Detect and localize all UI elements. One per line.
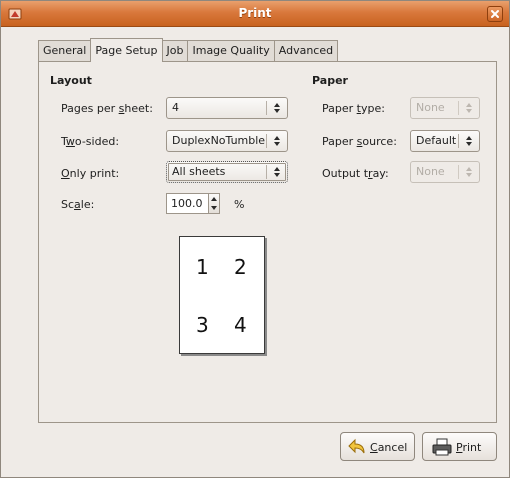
preview-page-number: 1 [196,255,209,279]
output-tray-label: Output tray: [322,167,389,180]
scale-spin-buttons[interactable] [208,193,220,214]
pages-per-sheet-label: Pages per sheet: [61,102,153,115]
output-tray-select[interactable]: None [410,161,480,183]
scale-value: 100.0 [171,197,203,210]
only-print-select[interactable]: All sheets [166,161,288,183]
only-print-value: All sheets [172,165,226,178]
scale-unit: % [234,198,245,211]
two-sided-label: Two-sided: [61,135,120,148]
output-tray-value: None [416,165,445,178]
updown-arrows-icon [466,167,472,177]
paper-source-value: Default [416,134,457,147]
updown-arrows-icon [274,167,280,177]
two-sided-select[interactable]: DuplexNoTumble [166,130,288,152]
page-setup-panel: Layout Pages per sheet: 4 Two-sided: Dup… [38,61,497,423]
updown-arrows-icon [274,103,280,113]
spin-arrows-icon [211,197,217,210]
updown-arrows-icon [274,136,280,146]
two-sided-value: DuplexNoTumble [172,134,266,147]
paper-type-value: None [416,101,445,114]
window-title: Print [238,6,272,20]
cancel-button[interactable]: Cancel [340,432,415,461]
layout-heading: Layout [50,74,92,87]
paper-type-select[interactable]: None [410,97,480,119]
paper-type-label: Paper type: [322,102,385,115]
title-bar[interactable]: Print [1,1,509,27]
only-print-label: Only print: [61,167,120,180]
pages-per-sheet-value: 4 [172,101,179,114]
tab-job[interactable]: Job [162,40,188,62]
scale-label: Scale: [61,198,95,211]
page-layout-preview: 1 2 3 4 [179,236,265,354]
paper-heading: Paper [312,74,348,87]
tab-image-quality[interactable]: Image Quality [187,40,274,62]
pages-per-sheet-select[interactable]: 4 [166,97,288,119]
print-button[interactable]: Print [422,432,497,461]
close-button[interactable] [487,6,503,22]
updown-arrows-icon [466,136,472,146]
preview-page-number: 4 [234,313,247,337]
print-button-label: Print [456,441,482,454]
print-dialog: Print General Page Setup Job Image Quali… [0,0,510,478]
scale-input[interactable]: 100.0 [166,193,209,214]
paper-source-label: Paper source: [322,135,397,148]
paper-source-select[interactable]: Default [410,130,480,152]
tab-advanced[interactable]: Advanced [273,40,339,62]
undo-arrow-icon [348,438,365,454]
close-icon [491,10,499,18]
updown-arrows-icon [466,103,472,113]
tab-general[interactable]: General [38,40,91,62]
preview-page-number: 3 [196,313,209,337]
tab-page-setup[interactable]: Page Setup [90,38,163,62]
printer-icon [432,438,452,456]
preview-page-number: 2 [234,255,247,279]
tab-bar: General Page Setup Job Image Quality Adv… [38,38,339,62]
cancel-button-label: Cancel [370,441,408,454]
